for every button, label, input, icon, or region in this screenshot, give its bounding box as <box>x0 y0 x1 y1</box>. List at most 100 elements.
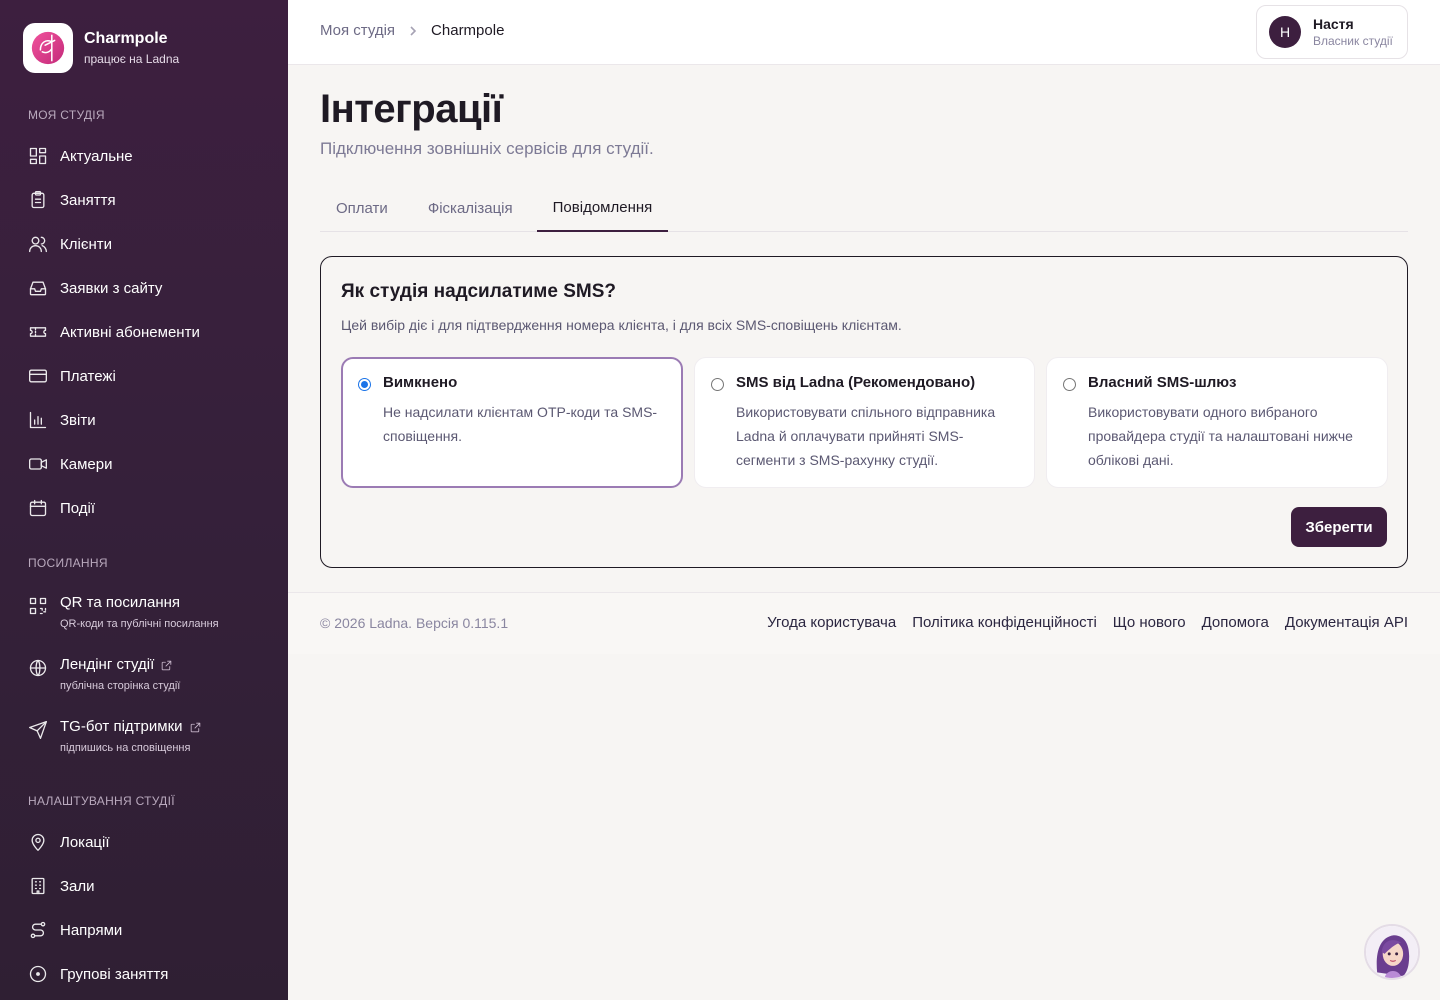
sidebar-item-label: Групові заняття <box>60 965 169 983</box>
sidebar-item-label: Заняття <box>60 191 116 209</box>
user-menu[interactable]: Н Настя Власник студії <box>1256 5 1408 59</box>
section-label-settings: НАЛАШТУВАННЯ СТУДІЇ <box>28 794 175 808</box>
sidebar-item-label: TG-бот підтримки <box>60 718 183 735</box>
sms-settings-card: Як студія надсилатиме SMS? Цей вибір діє… <box>320 256 1408 568</box>
avatar: Н <box>1269 16 1301 48</box>
ticket-icon <box>28 322 48 342</box>
user-name: Настя <box>1313 16 1354 32</box>
qr-icon <box>28 596 48 616</box>
sidebar-item-halls[interactable]: Зали <box>28 866 268 906</box>
tab-notifications[interactable]: Повідомлення <box>536 185 669 232</box>
sidebar-item-sublabel: підпишись на сповіщення <box>60 742 191 754</box>
option-description: Використовувати спільного відправника La… <box>736 404 996 468</box>
building-icon <box>28 876 48 896</box>
sidebar-item-qr-links[interactable]: QR та посилання QR-коди та публічні поси… <box>28 592 268 644</box>
sidebar-item-reports[interactable]: Звіти <box>28 400 268 440</box>
sidebar-item-label: Актуальне <box>60 147 133 165</box>
section-label-links: ПОСИЛАННЯ <box>28 556 108 570</box>
sms-option-ladna[interactable]: SMS від Ladna (Рекомендовано) Використов… <box>694 357 1035 488</box>
send-icon <box>28 720 48 740</box>
sidebar-item-label: QR та посилання <box>60 594 181 611</box>
page-title: Інтеграції <box>320 87 503 131</box>
users-icon <box>28 234 48 254</box>
sidebar-item-site-requests[interactable]: Заявки з сайту <box>28 268 268 308</box>
dashboard-icon <box>28 146 48 166</box>
calendar-icon <box>28 498 48 518</box>
card-icon <box>28 366 48 386</box>
sidebar-item-clients[interactable]: Клієнти <box>28 224 268 264</box>
option-description: Використовувати одного вибраного провайд… <box>1088 404 1353 468</box>
tab-fiscalization[interactable]: Фіскалізація <box>412 185 529 232</box>
inbox-icon <box>28 278 48 298</box>
sidebar: Charmpole працює на Ladna МОЯ СТУДІЯ Акт… <box>0 0 288 1000</box>
option-title: Власний SMS-шлюз <box>1088 374 1237 391</box>
section-label-studio: МОЯ СТУДІЯ <box>28 108 105 122</box>
external-link-icon <box>189 721 202 734</box>
brand-subtitle: працює на Ladna <box>84 52 180 66</box>
brand[interactable]: Charmpole працює на Ladna <box>23 23 179 73</box>
copyright: © 2026 Ladna. Версія 0.115.1 <box>320 615 509 631</box>
sms-option-disabled[interactable]: Вимкнено Не надсилати клієнтам OTP-коди … <box>341 357 683 488</box>
sidebar-item-label: Лендінг студії <box>60 656 155 673</box>
radio-button[interactable] <box>358 378 371 391</box>
sidebar-item-sublabel: QR-коди та публічні посилання <box>60 618 219 630</box>
sidebar-item-active-passes[interactable]: Активні абонементи <box>28 312 268 352</box>
external-link-icon <box>160 659 173 672</box>
radio-button[interactable] <box>1063 378 1076 391</box>
brand-name: Charmpole <box>84 30 168 47</box>
sidebar-item-label: Активні абонементи <box>60 323 200 341</box>
sidebar-item-tg-bot[interactable]: TG-бот підтримки підпишись на сповіщення <box>28 716 268 768</box>
option-description: Не надсилати клієнтам OTP-коди та SMS-сп… <box>383 404 658 444</box>
sidebar-item-group-classes[interactable]: Групові заняття <box>28 954 268 994</box>
sms-option-custom-gateway[interactable]: Власний SMS-шлюз Використовувати одного … <box>1046 357 1388 488</box>
sidebar-item-cameras[interactable]: Камери <box>28 444 268 484</box>
sidebar-item-label: Події <box>60 499 96 517</box>
footer-link-whats-new[interactable]: Що нового <box>1113 614 1186 631</box>
charmpole-logo-icon <box>31 31 65 65</box>
sidebar-item-label: Локації <box>60 833 110 851</box>
save-button[interactable]: Зберегти <box>1291 507 1387 547</box>
sidebar-item-label: Зали <box>60 877 95 895</box>
sidebar-item-directions[interactable]: Напрями <box>28 910 268 950</box>
user-role: Власник студії <box>1313 34 1393 48</box>
breadcrumb-current: Charmpole <box>431 22 505 39</box>
footer-link-help[interactable]: Допомога <box>1202 614 1269 631</box>
sidebar-item-current[interactable]: Актуальне <box>28 136 268 176</box>
footer-link-privacy[interactable]: Політика конфіденційності <box>912 614 1097 631</box>
card-title: Як студія надсилатиме SMS? <box>341 281 616 302</box>
option-title: SMS від Ladna (Рекомендовано) <box>736 374 976 391</box>
footer-link-terms[interactable]: Угода користувача <box>767 614 896 631</box>
chevron-right-icon <box>407 25 419 37</box>
video-icon <box>28 454 48 474</box>
radio-button[interactable] <box>711 378 724 391</box>
card-description: Цей вибір діє і для підтвердження номера… <box>341 317 902 333</box>
sidebar-item-label: Клієнти <box>60 235 113 253</box>
clipboard-icon <box>28 190 48 210</box>
footer-link-api-docs[interactable]: Документація API <box>1285 614 1408 631</box>
sidebar-item-studio-landing[interactable]: Лендінг студії публічна сторінка студії <box>28 654 268 706</box>
bar-chart-icon <box>28 410 48 430</box>
sidebar-item-label: Камери <box>60 455 113 473</box>
sidebar-item-label: Звіти <box>60 411 96 429</box>
topbar: Моя студія Charmpole Н Настя Власник сту… <box>288 0 1440 65</box>
sidebar-item-sublabel: публічна сторінка студії <box>60 680 181 692</box>
sidebar-item-label: Напрями <box>60 921 123 939</box>
tab-payments[interactable]: Оплати <box>320 185 404 232</box>
footer: © 2026 Ladna. Версія 0.115.1 Угода корис… <box>288 592 1440 654</box>
brand-logo <box>23 23 73 73</box>
sidebar-item-events[interactable]: Події <box>28 488 268 528</box>
assistant-chat-button[interactable] <box>1364 924 1420 980</box>
option-title: Вимкнено <box>383 374 458 391</box>
sidebar-item-payments[interactable]: Платежі <box>28 356 268 396</box>
tabs: Оплати Фіскалізація Повідомлення <box>320 185 1408 232</box>
sidebar-item-label: Платежі <box>60 367 116 385</box>
map-pin-icon <box>28 832 48 852</box>
sidebar-item-locations[interactable]: Локації <box>28 822 268 862</box>
circle-icon <box>28 964 48 984</box>
breadcrumb-root-link[interactable]: Моя студія <box>320 22 395 39</box>
page-subtitle: Підключення зовнішніх сервісів для студі… <box>320 139 654 158</box>
route-icon <box>28 920 48 940</box>
assistant-avatar-icon <box>1366 926 1418 978</box>
globe-icon <box>28 658 48 678</box>
sidebar-item-classes[interactable]: Заняття <box>28 180 268 220</box>
